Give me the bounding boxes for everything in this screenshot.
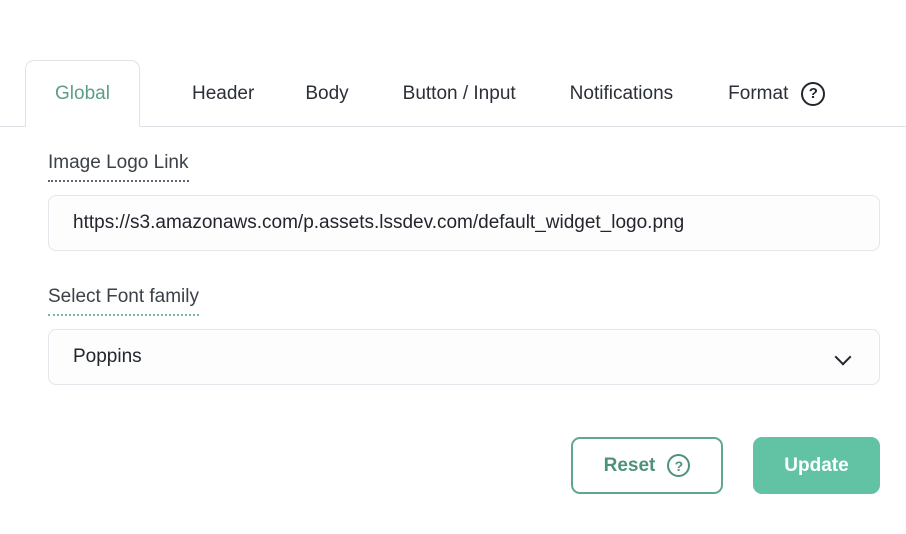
tab-global-label: Global xyxy=(55,83,110,104)
field-font-family: Select Font family Poppins xyxy=(48,286,880,385)
image-logo-link-value: https://s3.amazonaws.com/p.assets.lssdev… xyxy=(73,211,685,233)
image-logo-link-input[interactable]: https://s3.amazonaws.com/p.assets.lssdev… xyxy=(48,194,880,251)
tab-notifications-label: Notifications xyxy=(569,83,674,104)
tab-format-label: Format xyxy=(728,83,789,104)
tab-header[interactable]: Header xyxy=(192,60,254,127)
tab-format[interactable]: Format ? xyxy=(728,60,826,127)
image-logo-link-label: Image Logo Link xyxy=(48,152,189,182)
reset-button[interactable]: Reset ? xyxy=(571,437,723,494)
tab-body-label: Body xyxy=(305,83,349,104)
global-settings-form: Image Logo Link https://s3.amazonaws.com… xyxy=(48,152,880,385)
tab-button-input[interactable]: Button / Input xyxy=(403,60,516,127)
tab-header-label: Header xyxy=(192,83,255,104)
font-family-value: Poppins xyxy=(73,345,142,367)
question-mark-circle-icon[interactable]: ? xyxy=(667,454,691,477)
chevron-down-icon[interactable] xyxy=(836,349,851,364)
inactive-tabs-group: Header Body Button / Input Notifications… xyxy=(140,60,826,127)
question-mark-circle-icon[interactable]: ? xyxy=(801,81,826,106)
tab-body[interactable]: Body xyxy=(305,60,348,127)
reset-button-label: Reset xyxy=(603,454,656,476)
form-actions: Reset ? Update xyxy=(571,437,880,494)
font-family-select[interactable]: Poppins xyxy=(48,328,880,385)
tab-button-input-label: Button / Input xyxy=(402,83,516,104)
widget-settings-panel: Global Header Body Button / Input Notifi… xyxy=(0,0,906,534)
tab-global[interactable]: Global xyxy=(25,60,140,127)
tab-notifications[interactable]: Notifications xyxy=(570,60,674,127)
settings-tabs: Global Header Body Button / Input Notifi… xyxy=(0,60,906,127)
font-family-label: Select Font family xyxy=(48,286,199,316)
update-button[interactable]: Update xyxy=(753,437,880,494)
field-image-logo-link: Image Logo Link https://s3.amazonaws.com… xyxy=(48,152,880,251)
update-button-label: Update xyxy=(784,454,849,476)
